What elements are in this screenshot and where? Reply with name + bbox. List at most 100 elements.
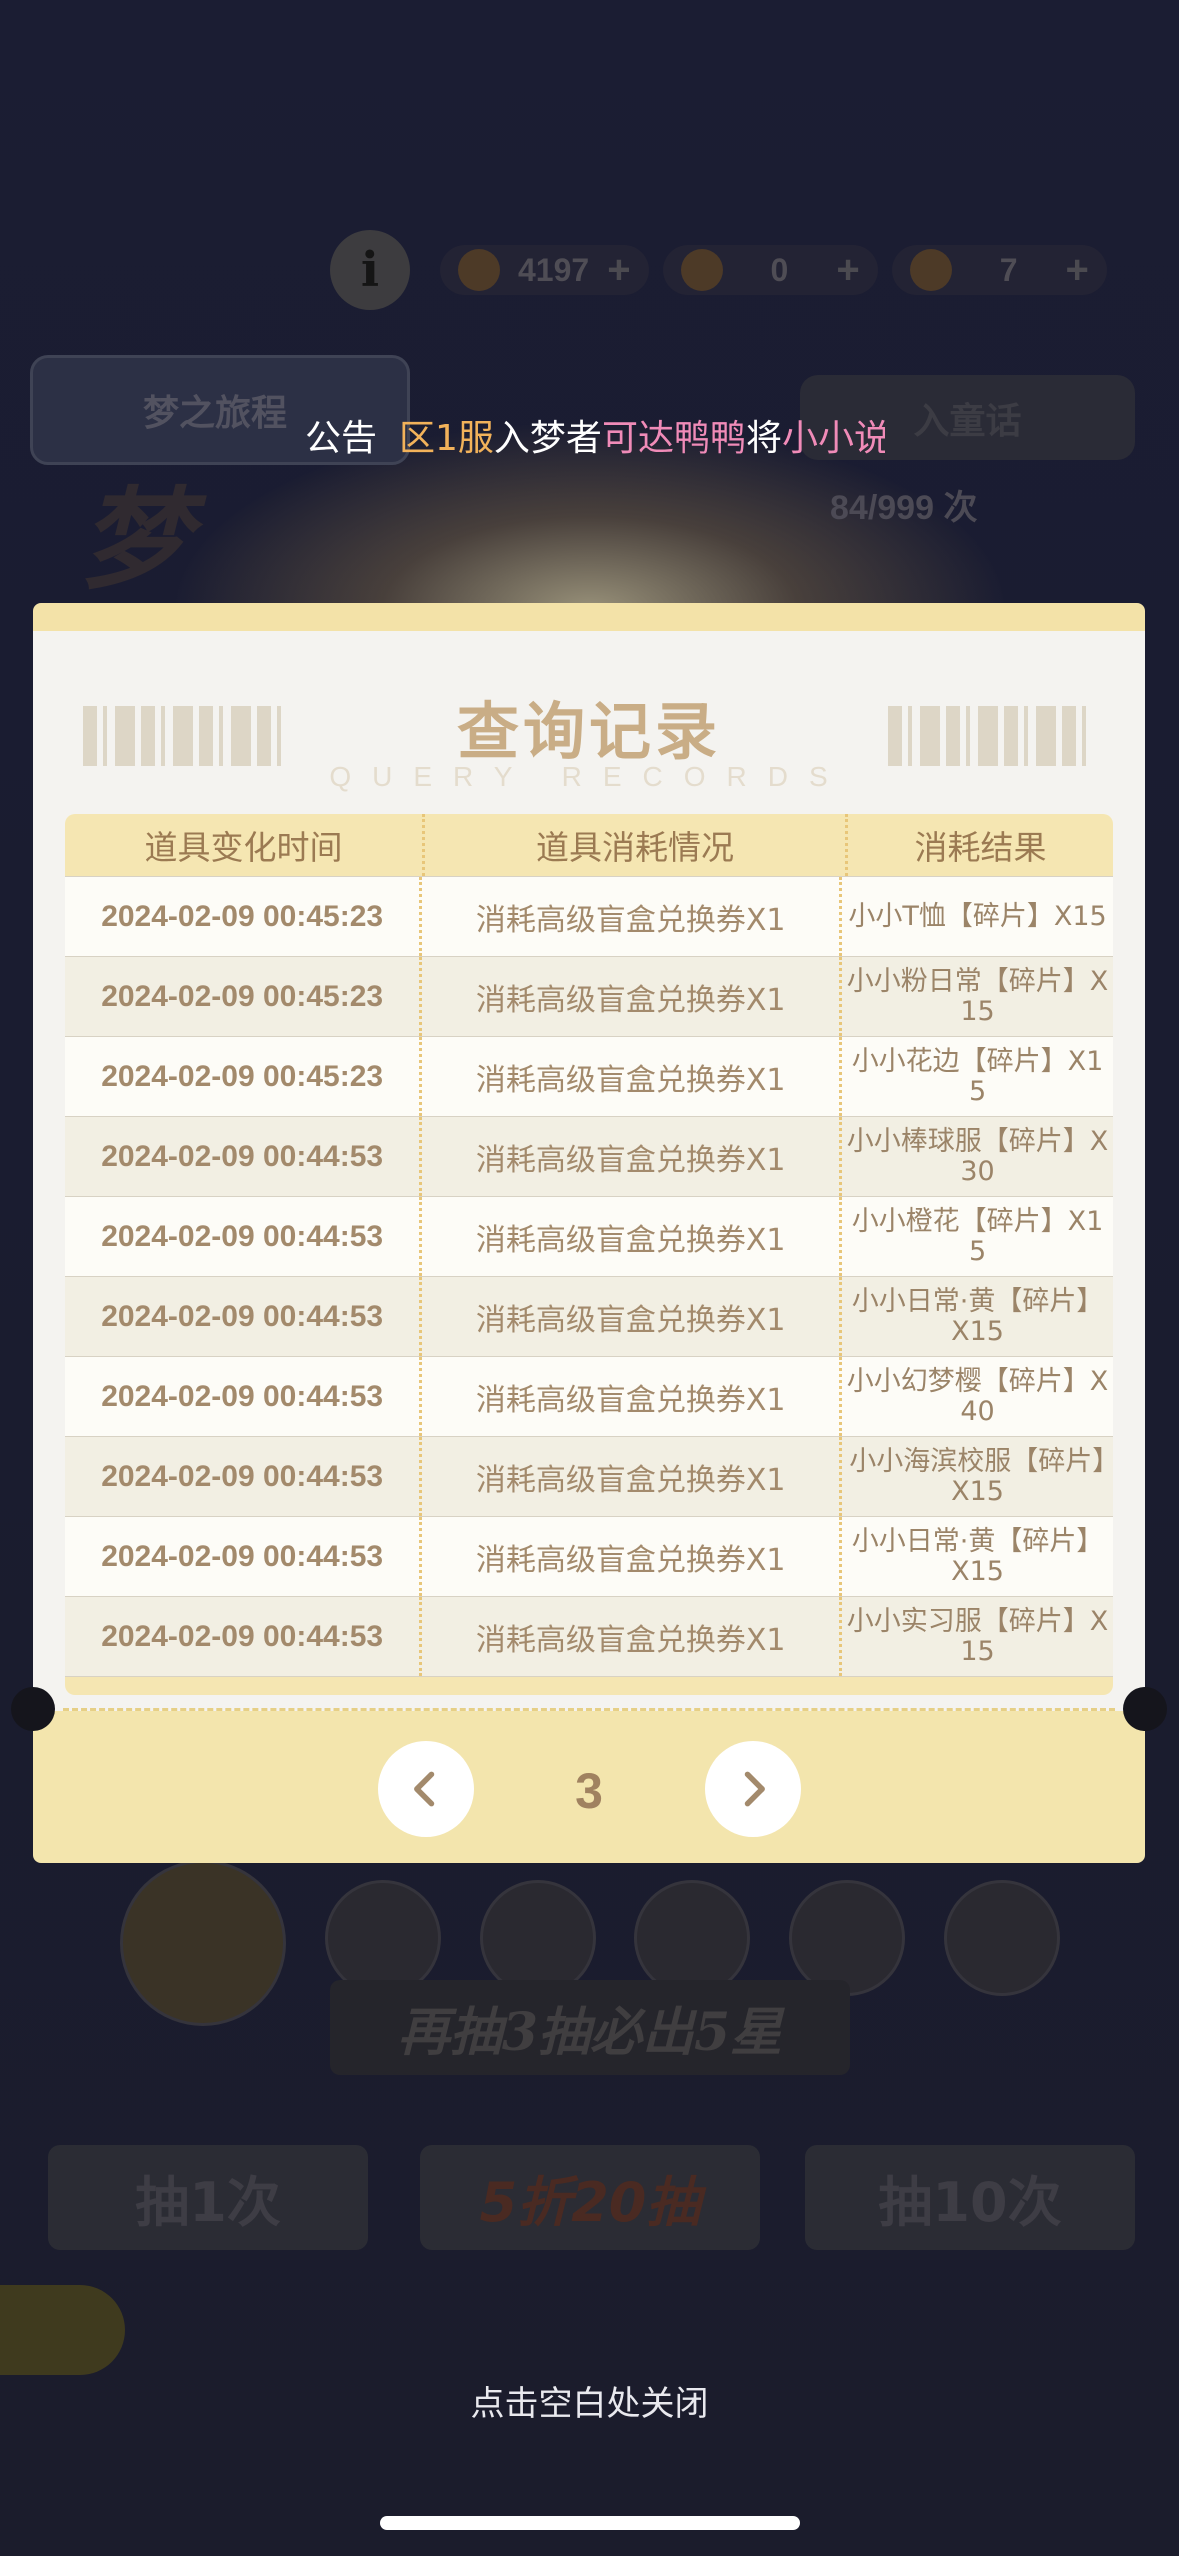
add-currency-3-button[interactable]: + xyxy=(1066,248,1089,293)
cell-result: 小小粉日常【碎片】X15 xyxy=(846,965,1109,1027)
discount-draw-button[interactable]: 5折20抽 xyxy=(420,2145,760,2250)
close-hint[interactable]: 点击空白处关闭 xyxy=(0,2376,1179,2425)
cell-result: 小小日常·黄【碎片】X15 xyxy=(851,1525,1104,1587)
cell-usage: 消耗高级盲盒兑换券X1 xyxy=(422,1277,843,1356)
currency-bar: 4197 + 0 + 7 + xyxy=(440,245,1107,295)
avatar[interactable] xyxy=(943,1880,1060,1996)
avatar[interactable] xyxy=(479,1880,596,1996)
ticket-notch-left xyxy=(11,1687,55,1731)
table-row: 2024-02-09 00:44:53 消耗高级盲盒兑换券X1 小小棒球服【碎片… xyxy=(65,1116,1113,1196)
cell-result: 小小橙花【碎片】X15 xyxy=(851,1205,1104,1267)
cell-time: 2024-02-09 00:45:23 xyxy=(65,1037,423,1116)
cell-result: 小小日常·黄【碎片】X15 xyxy=(851,1285,1104,1347)
cell-result: 小小实习服【碎片】X15 xyxy=(846,1605,1109,1667)
ticket-notch-right xyxy=(1123,1687,1167,1731)
cell-time: 2024-02-09 00:45:23 xyxy=(65,877,423,956)
currency-pill-3: 7 + xyxy=(891,245,1107,295)
table-row: 2024-02-09 00:44:53 消耗高级盲盒兑换券X1 小小橙花【碎片】… xyxy=(65,1196,1113,1276)
query-records-modal: 查询记录 QUERY RECORDS 道具变化时间 道具消耗情况 消耗结果 20… xyxy=(11,603,1167,1863)
table-header: 道具变化时间 道具消耗情况 消耗结果 xyxy=(65,814,1113,876)
pool-tab2-label: 入童话 xyxy=(913,400,1022,442)
cell-time: 2024-02-09 00:44:53 xyxy=(65,1357,423,1436)
draw-once-button[interactable]: 抽1次 xyxy=(48,2145,368,2250)
discount-label: 5折20抽 xyxy=(479,2171,701,2234)
pity-banner: 再抽3抽必出5星 xyxy=(330,1980,850,2075)
chevron-right-icon xyxy=(744,1771,765,1807)
home-indicator[interactable] xyxy=(380,2516,800,2530)
cell-usage: 消耗高级盲盒兑换券X1 xyxy=(422,1117,843,1196)
cell-time: 2024-02-09 00:44:53 xyxy=(65,1117,423,1196)
cell-usage: 消耗高级盲盒兑换券X1 xyxy=(422,877,843,956)
page-number: 3 xyxy=(575,1763,603,1819)
chevron-left-icon xyxy=(414,1771,435,1807)
table-row: 2024-02-09 00:45:23 消耗高级盲盒兑换券X1 小小花边【碎片】… xyxy=(65,1036,1113,1116)
announcement-message: 区1服入梦者可达鸭鸭将小小说 xyxy=(399,409,885,461)
announcement-segment: 区1服 xyxy=(399,418,494,459)
currency-value-1: 4197 xyxy=(518,251,590,288)
cell-time: 2024-02-09 00:44:53 xyxy=(65,1437,423,1516)
cell-usage: 消耗高级盲盒兑换券X1 xyxy=(422,1197,843,1276)
cell-result: 小小棒球服【碎片】X30 xyxy=(846,1125,1109,1187)
cell-usage: 消耗高级盲盒兑换券X1 xyxy=(422,1597,843,1676)
announcement-segment: 入梦者 xyxy=(493,418,602,459)
next-page-button[interactable] xyxy=(705,1741,801,1837)
modal-subtitle: QUERY RECORDS xyxy=(329,761,849,792)
announcement-label: 公告 xyxy=(305,418,378,459)
add-currency-1-button[interactable]: + xyxy=(607,248,630,293)
cell-time: 2024-02-09 00:44:53 xyxy=(65,1197,423,1276)
table-row: 2024-02-09 00:44:53 消耗高级盲盒兑换券X1 小小幻梦樱【碎片… xyxy=(65,1356,1113,1436)
cell-time: 2024-02-09 00:44:53 xyxy=(65,1597,423,1676)
prev-page-button[interactable] xyxy=(378,1741,474,1837)
cell-usage: 消耗高级盲盒兑换券X1 xyxy=(422,1517,843,1596)
table-footer xyxy=(65,1676,1113,1695)
cell-usage: 消耗高级盲盒兑换券X1 xyxy=(422,957,843,1036)
info-icon[interactable]: i xyxy=(330,230,410,310)
announcement-segment: 将 xyxy=(745,418,782,459)
column-header-usage: 道具消耗情况 xyxy=(425,814,848,876)
modal-title: 查询记录 xyxy=(456,695,721,768)
ticket-icon xyxy=(680,249,723,291)
announcement-ticker: 公告 区1服入梦者可达鸭鸭将小小说 xyxy=(305,405,885,465)
avatar[interactable] xyxy=(120,1860,286,2026)
draw-ten-label: 抽10次 xyxy=(878,2171,1062,2234)
cell-result: 小小T恤【碎片】X15 xyxy=(848,900,1107,932)
table-row: 2024-02-09 00:44:53 消耗高级盲盒兑换券X1 小小实习服【碎片… xyxy=(65,1596,1113,1676)
currency-pill-1: 4197 + xyxy=(440,245,649,295)
column-header-result: 消耗结果 xyxy=(914,828,1047,867)
announcement-segment: 可达鸭鸭 xyxy=(601,418,746,459)
draw-once-label: 抽1次 xyxy=(135,2171,281,2234)
cell-time: 2024-02-09 00:44:53 xyxy=(65,1517,423,1596)
modal-top-strip xyxy=(33,603,1145,631)
avatar[interactable] xyxy=(634,1880,751,1996)
cell-time: 2024-02-09 00:44:53 xyxy=(65,1277,423,1356)
currency-value-2: 0 xyxy=(770,251,789,288)
records-table: 道具变化时间 道具消耗情况 消耗结果 2024-02-09 00:45:23 消… xyxy=(65,814,1113,1695)
cell-result: 小小幻梦樱【碎片】X40 xyxy=(846,1365,1109,1427)
table-row: 2024-02-09 00:44:53 消耗高级盲盒兑换券X1 小小海滨校服【碎… xyxy=(65,1436,1113,1516)
cell-usage: 消耗高级盲盒兑换券X1 xyxy=(422,1437,843,1516)
draw-ten-button[interactable]: 抽10次 xyxy=(805,2145,1135,2250)
pool-tab-label: 梦之旅程 xyxy=(143,393,288,434)
avatar[interactable] xyxy=(789,1880,906,1996)
cell-time: 2024-02-09 00:45:23 xyxy=(65,957,423,1036)
cell-usage: 消耗高级盲盒兑换券X1 xyxy=(422,1037,843,1116)
back-button[interactable] xyxy=(0,2285,125,2375)
ticket-divider xyxy=(63,1708,1115,1711)
cell-result: 小小海滨校服【碎片】X15 xyxy=(849,1445,1106,1507)
cell-result: 小小花边【碎片】X15 xyxy=(851,1045,1104,1107)
modal-body: 查询记录 QUERY RECORDS 道具变化时间 道具消耗情况 消耗结果 20… xyxy=(33,631,1145,1711)
cell-usage: 消耗高级盲盒兑换券X1 xyxy=(422,1357,843,1436)
column-header-time: 道具变化时间 xyxy=(65,814,425,876)
banner-title: 梦 xyxy=(80,475,190,604)
add-currency-2-button[interactable]: + xyxy=(836,248,859,293)
table-row: 2024-02-09 00:44:53 消耗高级盲盒兑换券X1 小小日常·黄【碎… xyxy=(65,1276,1113,1356)
star-coin-icon xyxy=(458,249,500,291)
currency-pill-2: 0 + xyxy=(662,245,878,295)
table-row: 2024-02-09 00:45:23 消耗高级盲盒兑换券X1 小小T恤【碎片】… xyxy=(65,876,1113,956)
currency-value-3: 7 xyxy=(999,251,1018,288)
premium-ticket-icon xyxy=(909,249,952,291)
table-row: 2024-02-09 00:44:53 消耗高级盲盒兑换券X1 小小日常·黄【碎… xyxy=(65,1516,1113,1596)
avatar[interactable] xyxy=(324,1880,441,1996)
table-row: 2024-02-09 00:45:23 消耗高级盲盒兑换券X1 小小粉日常【碎片… xyxy=(65,956,1113,1036)
announcement-segment: 小小说 xyxy=(781,418,885,459)
